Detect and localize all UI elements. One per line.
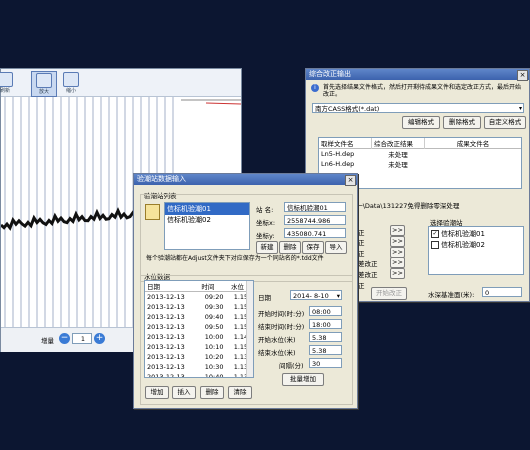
station-data-dialog: 验潮站数据输入 × 验潮站列表 信标机验潮01 信标机验潮02 站 名: 信标机…	[133, 173, 358, 409]
move-right-button[interactable]: >>	[390, 236, 405, 247]
increase-button[interactable]: +	[94, 333, 105, 344]
coord-y-input[interactable]: 435080.741	[284, 228, 346, 238]
import-station-button[interactable]: 导入	[325, 241, 347, 254]
station-note: 每个验潮站都在Adjust文件夹下对应保存为一个同站名的*.tdd文件	[146, 255, 324, 262]
move-right-button[interactable]: >>	[390, 225, 405, 236]
station-listbox[interactable]: 信标机验潮01 信标机验潮02	[164, 202, 250, 250]
start-level-input[interactable]: 5.38	[309, 332, 342, 342]
start-level-label: 开始水位(米)	[258, 336, 296, 344]
close-button[interactable]: ×	[345, 175, 356, 186]
station-name-input[interactable]: 信标机验潮01	[284, 202, 346, 212]
table-row[interactable]: 2013-12-13 09:20 1.15	[145, 292, 253, 303]
end-level-label: 结束水位(米)	[258, 349, 296, 357]
dialog-title: 验潮站数据输入	[137, 175, 186, 183]
custom-format-button[interactable]: 自定义格式	[484, 116, 526, 129]
coord-x-label: 坐标x:	[256, 219, 276, 227]
table-row[interactable]: 2013-12-13 09:40 1.15	[145, 312, 253, 322]
refresh-icon	[0, 72, 13, 87]
path-text: \一\Data\131227免得删除零深处理	[354, 202, 460, 210]
close-button[interactable]: ×	[517, 70, 528, 81]
table-row[interactable]: 2013-12-13 09:50 1.15	[145, 322, 253, 332]
decrease-button[interactable]: −	[59, 333, 70, 344]
option-label: 差改正	[358, 260, 378, 268]
add-row-button[interactable]: 增加	[145, 386, 169, 399]
start-time-input[interactable]: 08:00	[309, 306, 342, 316]
chevron-down-icon: ▾	[336, 292, 340, 300]
tide-station-icon	[145, 204, 160, 220]
zoom-in-icon	[36, 73, 52, 88]
refresh-button[interactable]: 刷新	[0, 71, 17, 95]
station-checklist[interactable]: ✓ 信标机验潮01 信标机验潮02	[428, 226, 524, 275]
col-header: 日期	[147, 283, 160, 291]
instruction-text: 首先选择结果文件格式，然后打开剩待成果文件和选定改正方式，最后开始改正。	[323, 84, 522, 98]
col-header: 综合改正结果	[371, 138, 425, 149]
dialog-title-bar: 综合改正输出 ×	[306, 69, 529, 81]
table-row[interactable]: Ln6-H.dep 未处理	[319, 159, 521, 169]
station-name-label: 站 名:	[256, 206, 274, 214]
format-select[interactable]: 南方CASS格式(*.dat) ▾	[312, 103, 524, 113]
list-item[interactable]: 信标机验潮02	[165, 215, 249, 225]
water-level-table[interactable]: 日期 时间 水位 2013-12-13 09:20 1.15 2013-12-13 09…	[144, 280, 254, 378]
chart-red-marker	[205, 102, 241, 105]
dialog-title: 综合改正输出	[309, 70, 351, 78]
zoom-out-button[interactable]: 缩小	[59, 71, 83, 95]
datum-input[interactable]: 0	[482, 287, 522, 297]
station-check-item[interactable]: ✓ 信标机验潮01	[429, 227, 523, 239]
date-label: 日期	[258, 294, 271, 302]
batch-add-button[interactable]: 批量增加	[282, 373, 324, 386]
interval-label: 间隔(分)	[279, 362, 304, 370]
zoom-in-button[interactable]: 放大	[31, 71, 57, 97]
insert-row-button[interactable]: 插入	[172, 386, 196, 399]
table-row[interactable]: 2013-12-13 09:30 1.15	[145, 302, 253, 312]
datum-label: 水深基准面(米):	[428, 291, 475, 299]
option-label: 正	[358, 229, 365, 237]
table-row[interactable]: 2013-12-13 10:30 1.13	[145, 362, 253, 372]
move-right-button[interactable]: >>	[390, 257, 405, 268]
dialog-title-bar: 验潮站数据输入 ×	[134, 174, 357, 186]
option-label: 正	[358, 282, 365, 290]
table-row[interactable]: Ln5-H.dep 未处理	[319, 149, 521, 159]
chevron-down-icon: ▾	[518, 105, 522, 112]
end-level-input[interactable]: 5.38	[309, 345, 342, 355]
table-row[interactable]: 2013-12-13 10:10 1.15	[145, 342, 253, 352]
toolbar: 刷新 放大 缩小	[0, 69, 241, 97]
clear-rows-button[interactable]: 清除	[228, 386, 252, 399]
col-header: 取样文件名	[319, 138, 372, 149]
option-label: 正	[358, 239, 365, 247]
edit-format-button[interactable]: 编辑格式	[402, 116, 440, 129]
table-row[interactable]: 2013-12-13 10:40 1.13	[145, 372, 253, 377]
zoom-step-input[interactable]: 1	[72, 333, 92, 344]
delete-format-button[interactable]: 删除格式	[443, 116, 481, 129]
coord-y-label: 坐标y:	[256, 232, 275, 240]
delete-row-button[interactable]: 删除	[200, 386, 224, 399]
option-label: 正	[358, 250, 365, 258]
checkbox-icon[interactable]	[431, 241, 439, 249]
coord-x-input[interactable]: 2558744.986	[284, 215, 346, 225]
col-header: 时间	[201, 283, 215, 291]
end-time-input[interactable]: 18:00	[309, 319, 342, 329]
start-time-label: 开始时间(时:分)	[258, 310, 305, 318]
col-header: 成果文件名	[456, 140, 490, 148]
station-check-item[interactable]: 信标机验潮02	[429, 239, 523, 250]
checkbox-checked-icon[interactable]: ✓	[431, 230, 439, 238]
option-label: 差改正	[358, 271, 378, 279]
move-right-button[interactable]: >>	[390, 268, 405, 279]
table-scrollbar[interactable]	[246, 281, 253, 377]
zoom-step-label: 增量	[41, 337, 54, 345]
start-correction-button[interactable]: 开始改正	[371, 287, 407, 300]
date-picker[interactable]: 2014- 8-10 ▾	[290, 290, 342, 300]
interval-input[interactable]: 30	[309, 358, 342, 368]
end-time-label: 结束时间(时:分)	[258, 323, 305, 331]
zoom-out-icon	[63, 72, 79, 87]
table-row[interactable]: 2013-12-13 10:00 1.14	[145, 332, 253, 342]
table-row[interactable]: 2013-12-13 10:20 1.13	[145, 352, 253, 362]
list-item[interactable]: 信标机验潮01	[165, 203, 249, 215]
info-icon: i	[311, 84, 319, 92]
